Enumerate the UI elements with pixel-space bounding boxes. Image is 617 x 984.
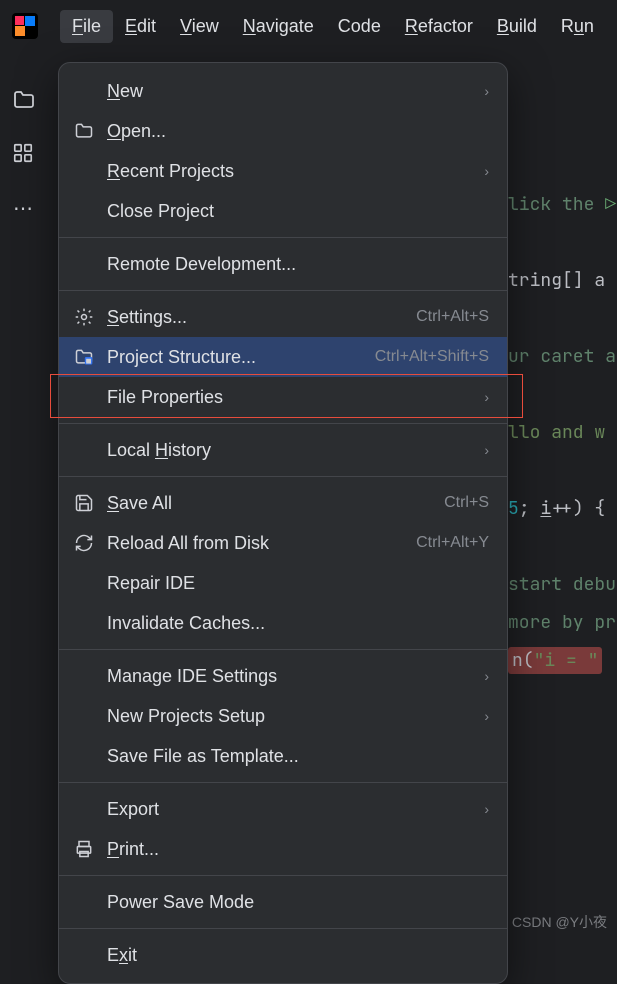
app-icon [12,11,38,41]
menu-separator [59,237,507,238]
menu-separator [59,290,507,291]
menu-item-label: Recent Projects [107,161,474,182]
folder-icon[interactable] [12,88,36,112]
gear-icon [73,306,95,328]
menu-item-power-save-mode[interactable]: Power Save Mode [59,882,507,922]
menu-item-label: Reload All from Disk [107,533,406,554]
menu-item-save-file-as-template[interactable]: Save File as Template... [59,736,507,776]
menu-item-invalidate-caches[interactable]: Invalidate Caches... [59,603,507,643]
menu-item-label: Save File as Template... [107,746,489,767]
shortcut-label: Ctrl+Alt+S [416,308,489,326]
menu-refactor[interactable]: Refactor [393,10,485,43]
menu-item-exit[interactable]: Exit [59,935,507,975]
menu-item-label: Remote Development... [107,254,489,275]
menu-item-label: Manage IDE Settings [107,666,474,687]
menu-item-local-history[interactable]: Local History › [59,430,507,470]
menu-item-label: Exit [107,945,489,966]
menu-item-close-project[interactable]: Close Project [59,191,507,231]
menu-item-label: Settings... [107,307,406,328]
menu-item-repair-ide[interactable]: Repair IDE [59,563,507,603]
menu-item-open[interactable]: Open... [59,111,507,151]
chevron-right-icon: › [484,801,489,817]
structure-icon[interactable] [12,142,36,166]
menu-separator [59,476,507,477]
menu-item-label: Invalidate Caches... [107,613,489,634]
menu-item-print[interactable]: Print... [59,829,507,869]
menu-navigate[interactable]: Navigate [231,10,326,43]
chevron-right-icon: › [484,668,489,684]
menu-code[interactable]: Code [326,10,393,43]
chevron-right-icon: › [484,708,489,724]
menu-item-label: Open... [107,121,489,142]
chevron-right-icon: › [484,442,489,458]
menu-separator [59,875,507,876]
menu-item-label: New [107,81,474,102]
chevron-right-icon: › [484,163,489,179]
menu-item-export[interactable]: Export › [59,789,507,829]
menu-item-label: Project Structure... [107,347,365,368]
menu-item-new-projects-setup[interactable]: New Projects Setup › [59,696,507,736]
menu-item-label: Repair IDE [107,573,489,594]
shortcut-label: Ctrl+Alt+Shift+S [375,348,489,366]
menu-item-label: New Projects Setup [107,706,474,727]
menu-item-label: Local History [107,440,474,461]
watermark: CSDN @Y小夜 [512,912,607,932]
file-menu-dropdown: New › Open... Recent Projects › Close Project… [58,62,508,984]
shortcut-label: Ctrl+Alt+Y [416,534,489,552]
menu-separator [59,649,507,650]
save-icon [73,492,95,514]
menu-item-remote-development[interactable]: Remote Development... [59,244,507,284]
menu-item-project-structure[interactable]: Project Structure... Ctrl+Alt+Shift+S [59,337,507,377]
menu-item-label: Save All [107,493,434,514]
menu-item-settings[interactable]: Settings... Ctrl+Alt+S [59,297,507,337]
menu-edit[interactable]: Edit [113,10,168,43]
main-menu-bar: FileEditViewNavigateCodeRefactorBuildRun [0,0,617,58]
menu-item-label: Power Save Mode [107,892,489,913]
menu-item-label: File Properties [107,387,474,408]
menu-item-save-all[interactable]: Save All Ctrl+S [59,483,507,523]
more-icon[interactable]: ⋯ [12,196,36,220]
left-tool-rail: ⋯ [0,62,48,220]
menu-items-container: FileEditViewNavigateCodeRefactorBuildRun [60,10,606,43]
menu-item-reload-all-from-disk[interactable]: Reload All from Disk Ctrl+Alt+Y [59,523,507,563]
folder-icon [73,120,95,142]
menu-separator [59,928,507,929]
chevron-right-icon: › [484,83,489,99]
menu-item-manage-ide-settings[interactable]: Manage IDE Settings › [59,656,507,696]
menu-separator [59,782,507,783]
menu-item-new[interactable]: New › [59,71,507,111]
menu-item-label: Close Project [107,201,489,222]
chevron-right-icon: › [484,389,489,405]
menu-item-recent-projects[interactable]: Recent Projects › [59,151,507,191]
menu-view[interactable]: View [168,10,231,43]
reload-icon [73,532,95,554]
menu-separator [59,423,507,424]
project-structure-icon [73,346,95,368]
menu-file[interactable]: File [60,10,113,43]
menu-item-file-properties[interactable]: File Properties › [59,377,507,417]
menu-build[interactable]: Build [485,10,549,43]
menu-item-label: Export [107,799,474,820]
menu-item-label: Print... [107,839,489,860]
shortcut-label: Ctrl+S [444,494,489,512]
print-icon [73,838,95,860]
menu-run[interactable]: Run [549,10,606,43]
